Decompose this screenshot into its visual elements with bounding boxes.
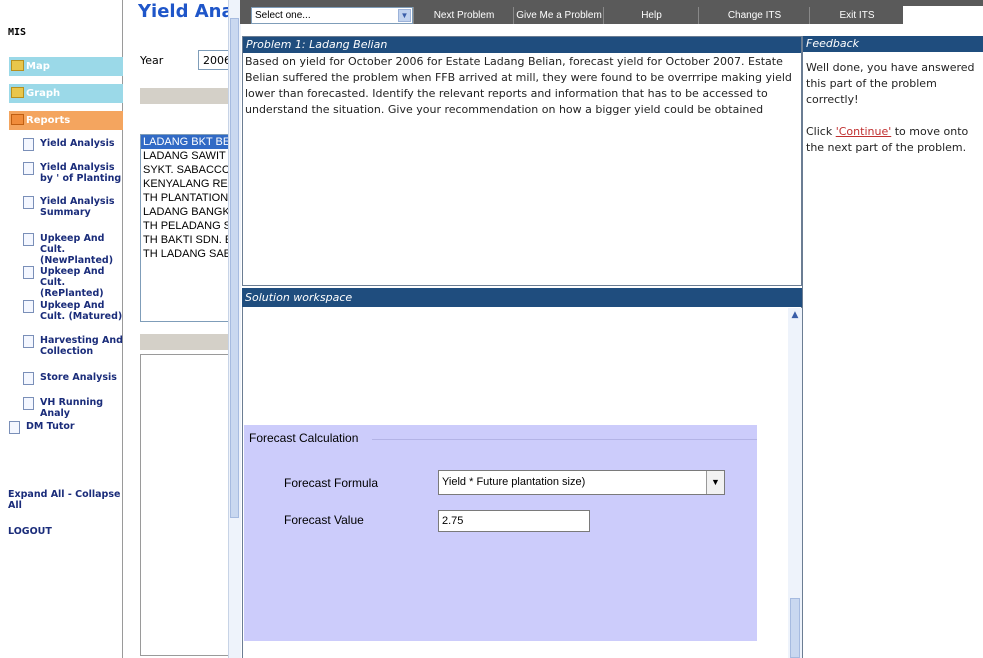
forecast-formula-label: Forecast Formula (284, 476, 379, 490)
workspace-header: Solution workspace (242, 288, 802, 307)
toolbar-blank (903, 6, 983, 24)
chevron-down-icon[interactable]: ▼ (706, 471, 724, 494)
nav-folder-label: Reports (26, 115, 71, 126)
estate-item-selected[interactable]: LADANG BKT BE (141, 135, 229, 149)
document-icon (23, 372, 34, 385)
estate-item[interactable]: TH LADANG SAE (141, 247, 229, 261)
feedback-message: Well done, you have answered this part o… (806, 60, 983, 156)
year-input[interactable]: 2006 (198, 50, 230, 70)
forecast-value-label: Forecast Value (284, 513, 364, 527)
nav-folder-label: Graph (26, 88, 61, 99)
report-yield-analysis-by-year[interactable]: Yield Analysis by ' of Planting (23, 162, 123, 184)
report-upkeep-newplanted[interactable]: Upkeep And Cult. (NewPlanted) (23, 233, 123, 266)
problem-description: Based on yield for October 2006 for Esta… (245, 55, 792, 116)
section-divider (372, 439, 757, 440)
feedback-panel: Feedback Well done, you have answered th… (802, 36, 983, 658)
chevron-down-icon[interactable]: ▼ (398, 9, 411, 22)
forecast-calculation-form: Forecast Calculation Forecast Formula Yi… (244, 425, 757, 641)
nav-folder-map[interactable]: Map (9, 57, 123, 76)
change-its-button[interactable]: Change ITS (698, 7, 810, 24)
feedback-click-text: Click (806, 125, 836, 138)
document-icon (23, 266, 34, 279)
report-parameters-pane: Yield Analy Year 2006 LADANG BKT BE LADA… (122, 0, 232, 658)
feedback-header: Feedback (803, 36, 983, 52)
nav-folder-label: Map (26, 61, 50, 72)
scroll-up-icon[interactable]: ▲ (789, 309, 801, 321)
expand-collapse-all-link[interactable]: Expand All - Collapse All (8, 489, 122, 511)
document-icon (23, 335, 34, 348)
scrollbar-thumb[interactable] (230, 18, 239, 518)
open-folder-icon (11, 113, 24, 125)
mis-title: MIS (8, 27, 27, 38)
report-yield-analysis[interactable]: Yield Analysis (23, 138, 123, 151)
document-icon (23, 138, 34, 151)
estate-item[interactable]: TH PELADANG S (141, 219, 229, 233)
forecast-formula-value: Yield * Future plantation size) (442, 476, 586, 488)
toolbar-strip (140, 88, 230, 104)
document-icon (23, 162, 34, 175)
pane-scrollbar[interactable] (228, 0, 241, 658)
estate-list[interactable]: LADANG BKT BE LADANG SAWIT SYKT. SABACCC… (140, 134, 230, 322)
estate-item[interactable]: TH PLANTATIONS (141, 191, 229, 205)
report-upkeep-matured[interactable]: Upkeep And Cult. (Matured) (23, 300, 123, 322)
report-vh-running-analysis[interactable]: VH Running Analy (23, 397, 123, 419)
document-icon (23, 233, 34, 246)
document-icon (23, 397, 34, 410)
scrollbar-thumb[interactable] (790, 598, 800, 658)
forecast-formula-select[interactable]: Yield * Future plantation size) ▼ (438, 470, 725, 495)
nav-folder-graph[interactable]: Graph (9, 84, 123, 103)
give-me-a-problem-button[interactable]: Give Me a Problem (513, 7, 604, 24)
report-store-analysis[interactable]: Store Analysis (23, 372, 123, 385)
report-harvesting-collection[interactable]: Harvesting And Collection (23, 335, 123, 357)
feedback-correct-message: Well done, you have answered this part o… (806, 61, 975, 106)
report-yield-analysis-summary[interactable]: Yield Analysis Summary (23, 196, 123, 218)
nav-dm-tutor[interactable]: DM Tutor (9, 421, 109, 434)
nav-folder-reports[interactable]: Reports (9, 111, 123, 130)
problem-header: Problem 1: Ladang Belian (243, 37, 801, 53)
document-icon (9, 421, 20, 434)
document-icon (23, 196, 34, 209)
estate-item[interactable]: LADANG BANGK (141, 205, 229, 219)
problem-select-value: Select one... (255, 10, 311, 21)
workspace-scrollbar[interactable]: ▲ (788, 308, 802, 658)
document-icon (23, 300, 34, 313)
continue-link[interactable]: 'Continue' (836, 125, 892, 138)
estate-item[interactable]: KENYALANG RE (141, 177, 229, 191)
exit-its-button[interactable]: Exit ITS (809, 7, 904, 24)
report-title: Yield Analy (138, 1, 230, 22)
folder-icon (11, 59, 24, 71)
forecast-value-input[interactable]: 2.75 (438, 510, 590, 532)
logout-link[interactable]: LOGOUT (8, 526, 52, 537)
year-label: Year (140, 54, 164, 67)
problem-select[interactable]: Select one... ▼ (251, 7, 413, 24)
estate-item[interactable]: TH BAKTI SDN. E (141, 233, 229, 247)
estate-item[interactable]: LADANG SAWIT (141, 149, 229, 163)
report-upkeep-replanted[interactable]: Upkeep And Cult. (RePlanted) (23, 266, 123, 299)
folder-icon (11, 86, 24, 98)
next-problem-button[interactable]: Next Problem (413, 7, 514, 24)
feedback-continue-line: Click 'Continue' to move onto the next p… (806, 124, 983, 156)
results-box (140, 354, 232, 656)
toolbar-strip (140, 334, 230, 350)
form-section-title: Forecast Calculation (249, 431, 359, 445)
help-button[interactable]: Help (603, 7, 699, 24)
problem-panel: Problem 1: Ladang Belian Based on yield … (242, 36, 802, 286)
estate-item[interactable]: SYKT. SABACCC (141, 163, 229, 177)
mis-navigation: MIS Map Graph Reports Yield Analysis Yie… (0, 0, 123, 658)
